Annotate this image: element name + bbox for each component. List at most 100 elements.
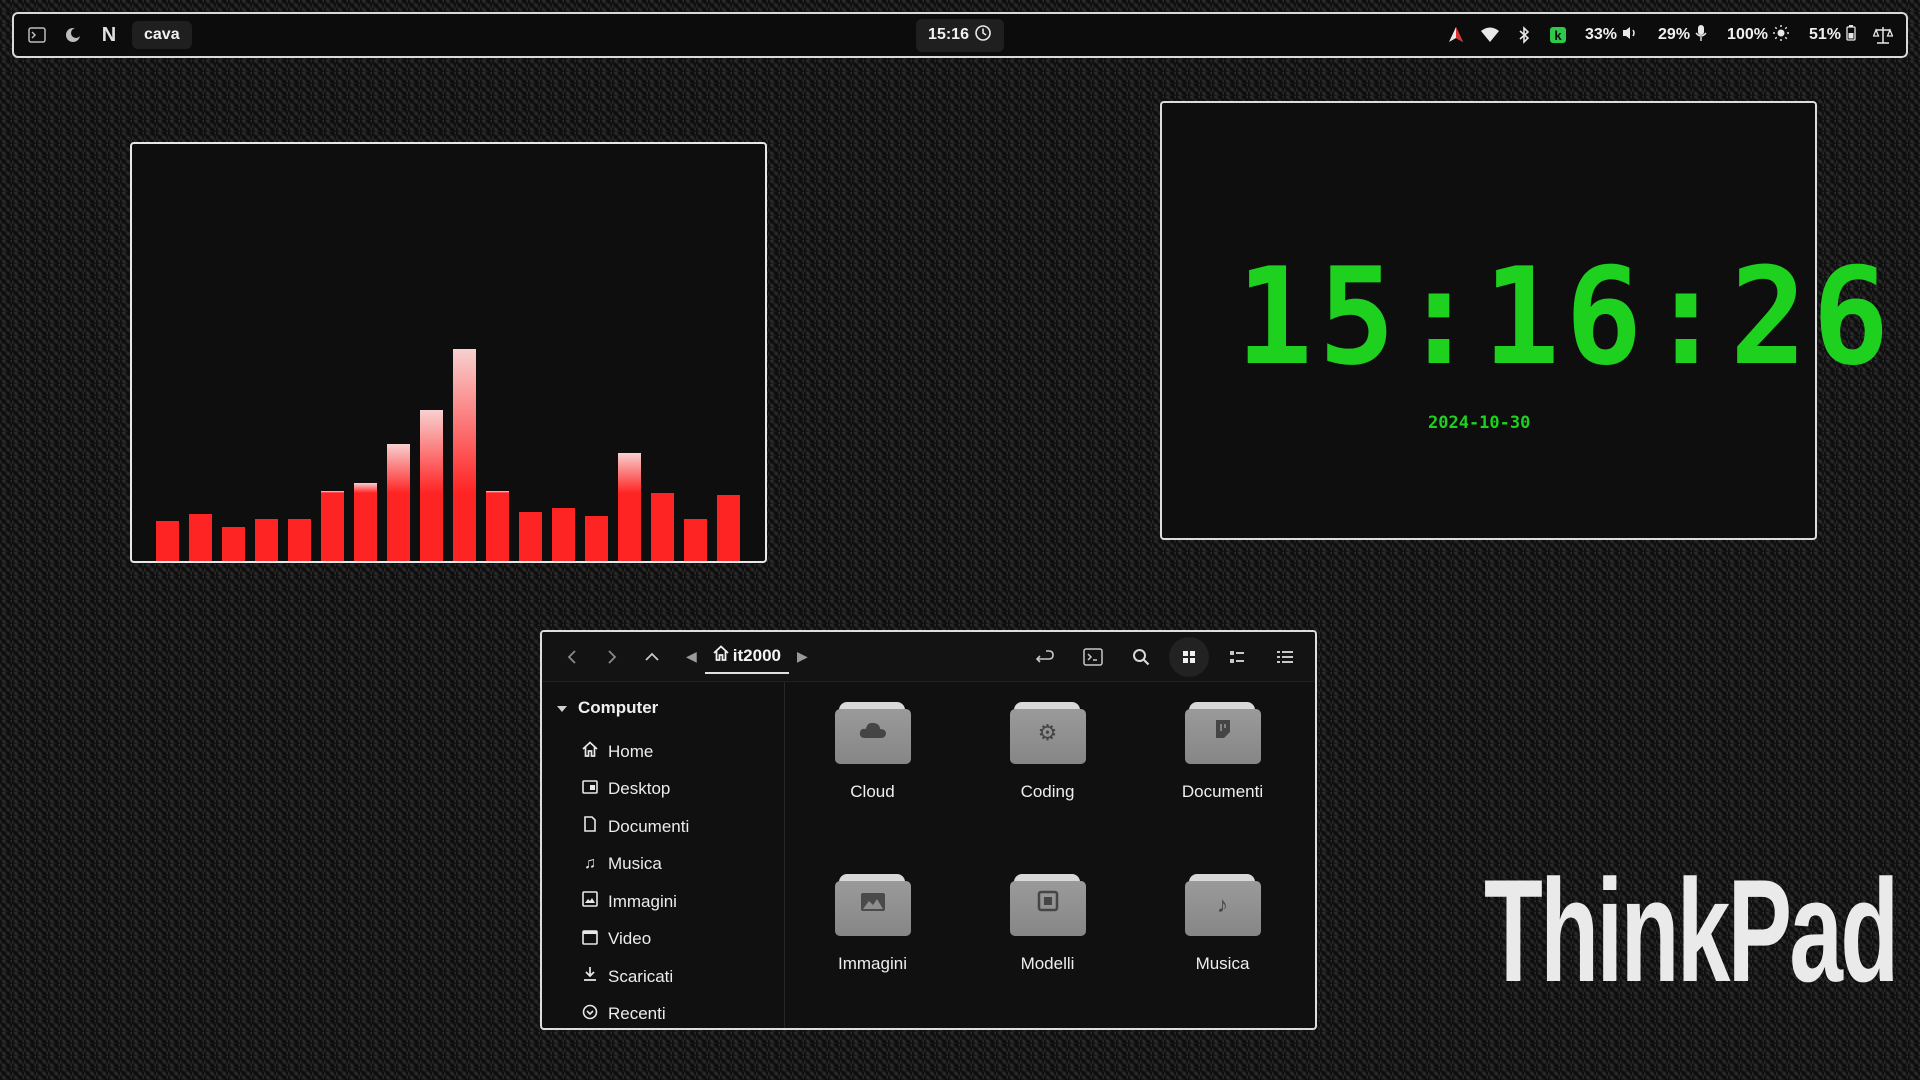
spectrum-bar (453, 349, 476, 561)
music-icon: ♪ (1217, 892, 1228, 917)
sidebar-item-documenti[interactable]: Documenti (542, 808, 784, 846)
spectrum-bar (354, 483, 377, 561)
folder-icon: ♪ (1184, 874, 1261, 936)
audio-spectrum (156, 161, 741, 561)
spectrum-bar (387, 444, 410, 561)
spectrum-bar (189, 514, 212, 561)
folder-label: Cloud (850, 782, 895, 801)
image-icon (580, 891, 600, 912)
thinkpad-logo: ThinkPad (1484, 849, 1899, 1012)
folder-label: Modelli (1020, 954, 1075, 973)
folder-label: Documenti (1181, 782, 1264, 801)
bluetooth-icon[interactable] (1511, 22, 1537, 48)
update-arrow-icon[interactable] (1443, 22, 1469, 48)
spectrum-bar (519, 512, 542, 561)
folder-documenti[interactable]: Documenti (1135, 702, 1310, 874)
file-manager-toolbar: ◀ it2000 ▶ (542, 632, 1315, 682)
sidebar-item-label: Immagini (608, 891, 677, 911)
night-mode-icon[interactable] (60, 22, 86, 48)
sidebar-item-video[interactable]: Video (542, 921, 784, 959)
breadcrumb-left-arrow-icon[interactable]: ◀ (678, 648, 705, 665)
folder-icon (1009, 874, 1086, 936)
mic-value: 29% (1658, 26, 1691, 43)
notes-app-icon[interactable]: N (96, 22, 122, 48)
bar-clock[interactable]: 15:16 (916, 18, 1004, 52)
spectrum-bar (255, 519, 278, 561)
sidebar-item-label: Desktop (608, 779, 671, 799)
places-sidebar: Computer Home Desktop Documenti ♫ Musica… (542, 682, 785, 1028)
volume-indicator[interactable]: 33% (1579, 26, 1644, 45)
breadcrumb-current[interactable]: it2000 (704, 639, 789, 674)
spectrum-bar (618, 453, 641, 561)
battery-value: 51% (1808, 26, 1841, 43)
keyboard-layout-icon[interactable]: k (1545, 22, 1571, 48)
spectrum-bar (288, 519, 311, 561)
sidebar-item-label: Home (608, 741, 654, 761)
brightness-indicator[interactable]: 100% (1721, 24, 1795, 46)
svg-text:k: k (1554, 28, 1562, 43)
compact-view-icon[interactable] (1217, 637, 1257, 677)
list-view-icon[interactable] (1265, 637, 1305, 677)
reload-icon[interactable] (1025, 637, 1065, 677)
microphone-indicator[interactable]: 29% (1652, 24, 1713, 46)
document-icon (580, 816, 600, 837)
sidebar-item-home[interactable]: Home (542, 733, 784, 771)
folder-icon: ⚙ (1009, 702, 1086, 764)
breadcrumb-right-arrow-icon[interactable]: ▶ (789, 648, 816, 665)
sidebar-item-recenti[interactable]: Recenti (542, 996, 784, 1029)
sidebar-item-scaricati[interactable]: Scaricati (542, 958, 784, 996)
recent-icon (580, 1004, 600, 1025)
template-icon (1010, 890, 1086, 920)
sidebar-item-desktop[interactable]: Desktop (542, 771, 784, 809)
spectrum-bar (156, 521, 179, 561)
download-icon (580, 966, 600, 987)
breadcrumb-label: it2000 (732, 645, 781, 665)
folder-immagini[interactable]: Immagini (785, 874, 960, 1028)
sidebar-item-label: Scaricati (608, 966, 674, 986)
spectrum-bar (651, 493, 674, 561)
spectrum-bar (717, 495, 740, 561)
file-manager-window[interactable]: ◀ it2000 ▶ Computer Home Desktop Documen… (540, 630, 1317, 1030)
wifi-icon[interactable] (1477, 22, 1503, 48)
terminal-icon[interactable] (24, 22, 50, 48)
image-icon (835, 890, 911, 920)
digital-clock-time: 15:16:26 (1236, 239, 1895, 395)
spectrum-bar (552, 508, 575, 561)
spectrum-bar (222, 527, 245, 561)
grid-view-icon[interactable] (1169, 636, 1209, 677)
folder-label: Coding (1020, 782, 1075, 801)
sidebar-section-computer[interactable]: Computer (542, 692, 784, 724)
cava-visualizer-window[interactable] (130, 142, 767, 563)
forward-button[interactable] (592, 639, 632, 675)
volume-value: 33% (1584, 26, 1618, 43)
gear-icon: ⚙ (1037, 720, 1058, 745)
folder-modelli[interactable]: Modelli (960, 874, 1135, 1028)
bar-clock-time: 15:16 (928, 26, 969, 43)
battery-indicator[interactable]: 51% (1803, 24, 1862, 46)
parent-folder-button[interactable] (632, 639, 672, 675)
brightness-icon (1772, 24, 1789, 46)
folder-musica[interactable]: ♪ Musica (1135, 874, 1310, 1028)
back-button[interactable] (552, 639, 592, 675)
top-bar: N cava 15:16 k 33% 29% 100% 51% (12, 12, 1908, 58)
folder-coding[interactable]: ⚙ Coding (960, 702, 1135, 874)
music-icon: ♫ (584, 855, 596, 873)
power-profile-scale-icon[interactable] (1870, 22, 1896, 48)
document-icon (1185, 718, 1261, 748)
battery-icon (1846, 24, 1856, 46)
brightness-value: 100% (1727, 26, 1768, 43)
spectrum-bar (321, 491, 344, 561)
sidebar-item-label: Video (608, 929, 652, 949)
folder-cloud[interactable]: Cloud (785, 702, 960, 874)
speaker-icon (1622, 26, 1638, 45)
active-window-title[interactable]: cava (132, 21, 192, 49)
open-terminal-icon[interactable] (1073, 637, 1113, 677)
sidebar-item-immagini[interactable]: Immagini (542, 883, 784, 921)
clock-widget-window[interactable]: 15:16:26 2024-10-30 (1160, 101, 1895, 540)
sidebar-item-musica[interactable]: ♫ Musica (542, 846, 784, 884)
folder-label: Musica (1195, 954, 1250, 973)
chevron-down-icon (556, 698, 568, 718)
digital-clock-date: 2024-10-30 (1428, 413, 1531, 433)
folder-icon (834, 702, 911, 764)
search-icon[interactable] (1121, 637, 1161, 677)
